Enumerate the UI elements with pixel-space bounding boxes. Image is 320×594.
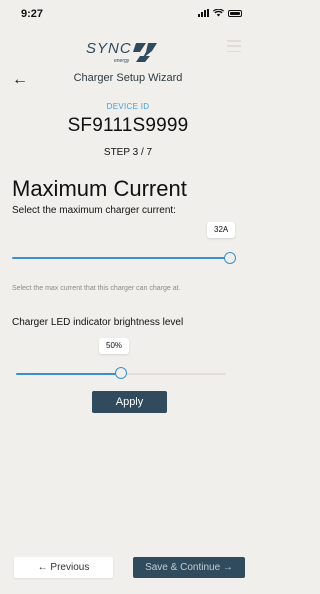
svg-text:energy: energy xyxy=(114,58,130,64)
wizard-step: STEP 3 / 7 xyxy=(103,147,153,158)
status-time: 9:27 xyxy=(21,8,44,20)
max-current-value-badge: 32A xyxy=(207,222,236,238)
save-continue-button[interactable]: Save & Continue → xyxy=(133,557,245,578)
device-id-label: DEVICE ID xyxy=(106,102,150,111)
wifi-icon xyxy=(213,9,224,17)
header-title: Charger Setup Wizard xyxy=(73,72,183,84)
previous-button[interactable]: ← Previous xyxy=(14,557,113,578)
led-brightness-label: Charger LED indicator brightness level xyxy=(12,317,184,328)
max-current-subtitle: Select the maximum charger current: xyxy=(12,205,176,216)
led-brightness-slider-fill xyxy=(16,373,121,375)
max-current-hint: Select the max current that this charger… xyxy=(12,285,181,292)
menu-icon[interactable] xyxy=(227,40,241,52)
led-brightness-slider-thumb[interactable] xyxy=(115,367,127,379)
max-current-slider-thumb[interactable] xyxy=(224,252,236,264)
device-id: SF9111S9999 xyxy=(67,115,189,136)
sync-energy-logo: SYNC energy xyxy=(86,40,157,64)
svg-text:SYNC: SYNC xyxy=(86,40,132,57)
status-bar: 9:27 xyxy=(0,0,256,26)
battery-icon xyxy=(228,9,242,17)
led-brightness-value-badge: 50% xyxy=(99,338,130,354)
signal-icon xyxy=(198,9,209,17)
max-current-slider-fill xyxy=(12,257,230,259)
status-icons xyxy=(198,9,242,17)
apply-button[interactable]: Apply xyxy=(92,391,167,413)
max-current-title: Maximum Current xyxy=(12,176,187,201)
